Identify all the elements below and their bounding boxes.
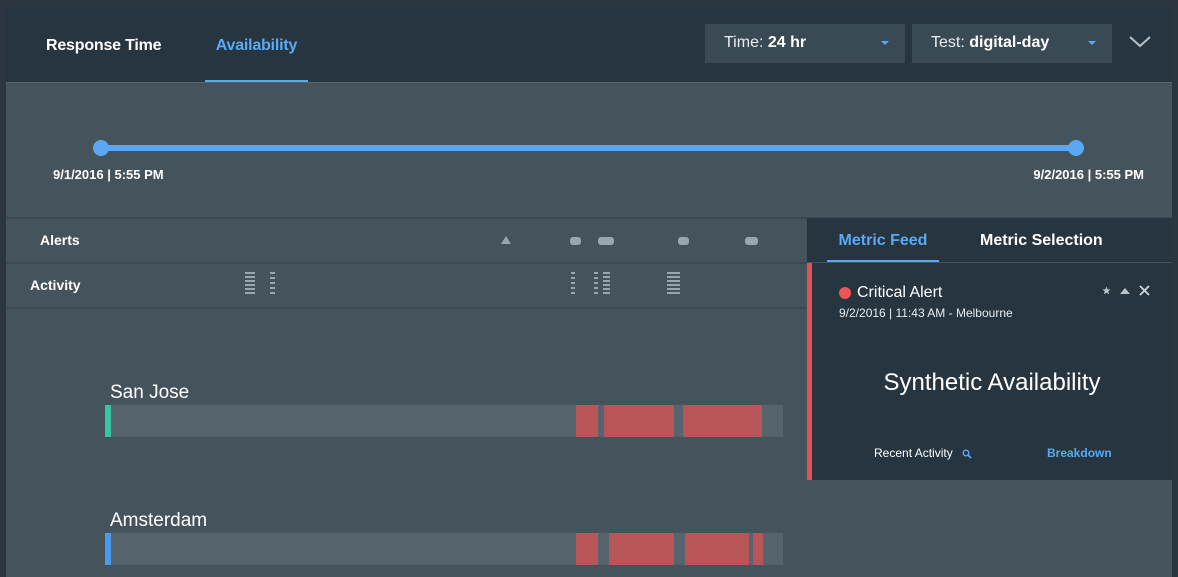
caret-up-icon[interactable] [1120,287,1130,294]
star-icon[interactable] [1102,286,1111,295]
status-edge [105,533,111,565]
test-dropdown-value: digital-day [969,34,1050,51]
critical-alert-card[interactable]: Critical Alert 9/2/2016 | 11:43 AM - Mel… [807,263,1172,480]
timeline-range-track[interactable] [101,145,1076,151]
tab-response-time[interactable]: Response Time [46,7,162,82]
chevron-down-icon[interactable] [1128,35,1152,49]
activity-marker[interactable] [571,272,575,294]
metric-name: Synthetic Availability [883,369,1101,396]
alert-title: Critical Alert [857,284,943,301]
tab-metric-feed[interactable]: Metric Feed [827,218,939,262]
critical-status-dot [839,287,851,299]
location-label-amsterdam: Amsterdam [110,510,208,531]
alert-date: 9/2/2016 | 11:43 AM - Melbourne [839,306,1013,320]
caret-down-icon [1088,41,1096,45]
divider [6,262,807,264]
activity-marker[interactable] [594,272,598,294]
card-actions [1102,285,1150,296]
triangle-alert-icon[interactable] [501,236,511,244]
recent-activity-link[interactable]: Recent Activity [874,446,972,460]
outage-segment[interactable] [753,533,763,565]
activity-marker[interactable] [603,272,610,294]
header-bar: Response Time Availability Time: 24 hr T… [6,7,1172,83]
location-label-san-jose: San Jose [110,382,190,403]
alerts-row-label: Alerts [40,232,80,248]
alert-marker[interactable] [570,237,581,245]
status-edge [105,405,111,437]
divider [6,307,807,309]
caret-down-icon [881,41,889,45]
timeline-end-handle[interactable] [1068,140,1084,156]
activity-marker[interactable] [245,272,255,294]
outage-segment[interactable] [609,533,674,565]
availability-bar-san-jose[interactable] [105,405,783,437]
activity-marker[interactable] [270,272,275,294]
availability-bar-amsterdam[interactable] [105,533,783,565]
alert-marker[interactable] [678,237,689,245]
time-dropdown-label: Time: [724,34,768,51]
timeline-start-label: 9/1/2016 | 5:55 PM [53,167,164,182]
activity-row-label: Activity [30,277,81,293]
outage-segment[interactable] [576,405,598,437]
recent-activity-label: Recent Activity [874,446,953,460]
outage-segment[interactable] [576,533,598,565]
alert-marker[interactable] [598,237,614,245]
test-dropdown-label: Test: [931,34,970,51]
tab-availability[interactable]: Availability [205,7,308,82]
activity-marker[interactable] [667,272,680,294]
breakdown-link[interactable]: Breakdown [1047,446,1112,460]
availability-dashboard: Response Time Availability Time: 24 hr T… [6,7,1172,577]
alert-marker[interactable] [745,237,758,245]
timeline-end-label: 9/2/2016 | 5:55 PM [1033,167,1144,182]
outage-segment[interactable] [685,533,749,565]
close-icon[interactable] [1139,285,1150,296]
timeline-start-handle[interactable] [93,140,109,156]
time-dropdown-value: 24 hr [767,34,807,51]
time-dropdown[interactable]: Time: 24 hr [705,24,905,63]
tab-metric-selection[interactable]: Metric Selection [980,218,1103,262]
metric-panel-tabs: Metric Feed Metric Selection [807,218,1172,262]
search-icon [962,449,972,459]
outage-segment[interactable] [604,405,674,437]
outage-segment[interactable] [683,405,762,437]
test-dropdown[interactable]: Test: digital-day [912,24,1112,63]
